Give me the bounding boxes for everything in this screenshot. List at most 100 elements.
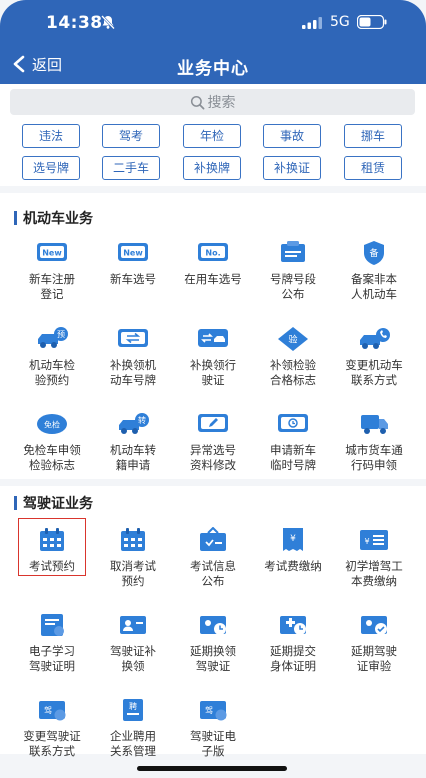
service-truck-pass[interactable]: 城市货车通 行码申领 <box>336 411 412 473</box>
service-label: 考试费缴纳 <box>264 559 322 573</box>
service-label: 申请新车 临时号牌 <box>270 443 316 472</box>
service-abnormal-number-edit[interactable]: 异常选号 资料修改 <box>175 411 251 473</box>
svg-text:聘: 聘 <box>129 701 137 711</box>
hire-doc-icon: 聘 <box>123 699 143 721</box>
service-label: 初学增驾工 本费缴纳 <box>345 559 403 588</box>
svg-text:驾: 驾 <box>44 705 52 715</box>
quick-link-used-car[interactable]: 二手车 <box>102 156 160 180</box>
service-delay-medical[interactable]: 延期提交 身体证明 <box>255 612 331 674</box>
nav-bar: 返回 业务中心 <box>0 46 426 82</box>
service-inspection-mark[interactable]: 验 补领检验 合格标志 <box>255 326 331 388</box>
service-label: 机动车检 验预约 <box>29 358 75 387</box>
quick-link-rental[interactable]: 租赁 <box>344 156 402 180</box>
quick-link-violation[interactable]: 违法 <box>22 124 80 148</box>
service-beginner-fee[interactable]: ¥ 初学增驾工 本费缴纳 <box>336 527 412 589</box>
quick-link-replace-plate[interactable]: 补换牌 <box>183 156 241 180</box>
status-bar: 14:38 5G <box>0 0 426 46</box>
service-label: 电子学习 驾驶证明 <box>29 644 75 673</box>
home-indicator <box>137 766 287 771</box>
plate-exchange-icon <box>118 329 148 347</box>
fee-receipt-icon: ¥ <box>283 528 303 551</box>
svg-text:¥: ¥ <box>364 537 369 546</box>
service-new-car-register[interactable]: New 新车注册 登记 <box>14 240 90 302</box>
quick-link-move-car[interactable]: 挪车 <box>344 124 402 148</box>
service-change-license-contact[interactable]: 驾 变更驾驶证 联系方式 <box>14 697 90 759</box>
svg-text:No.: No. <box>205 249 220 258</box>
quick-link-accident[interactable]: 事故 <box>263 124 321 148</box>
car-phone-icon <box>360 328 390 349</box>
service-replace-driving-license[interactable]: 补换领行 驶证 <box>175 326 251 388</box>
quick-link-driving-test[interactable]: 驾考 <box>102 124 160 148</box>
service-e-license[interactable]: 驾 驾驶证电 子版 <box>175 697 251 759</box>
vehicle-section-title: 机动车业务 <box>14 208 93 228</box>
section-marker <box>14 496 17 510</box>
service-exam-fee[interactable]: ¥ 考试费缴纳 <box>255 527 331 574</box>
vehicle-section-title-text: 机动车业务 <box>23 211 93 227</box>
license-user-icon <box>120 616 146 634</box>
car-transfer-icon: 转 <box>119 413 149 434</box>
exempt-badge-icon: 免检 <box>37 414 67 434</box>
service-change-vehicle-contact[interactable]: 变更机动车 联系方式 <box>336 326 412 388</box>
service-hire-management[interactable]: 聘 企业聘用 关系管理 <box>95 697 171 759</box>
service-exempt-mark[interactable]: 免检 免检车申领 检验标志 <box>14 411 90 473</box>
battery-icon <box>357 15 387 29</box>
svg-text:免检: 免检 <box>44 420 60 430</box>
search-placeholder: 搜索 <box>207 95 236 111</box>
temp-plate-icon <box>278 414 308 432</box>
quick-link-replace-license[interactable]: 补换证 <box>263 156 321 180</box>
mute-bell-icon <box>101 15 115 30</box>
svg-text:驾: 驾 <box>205 705 213 715</box>
service-label: 变更机动车 联系方式 <box>345 358 403 387</box>
service-new-car-number[interactable]: New 新车选号 <box>95 240 171 287</box>
page-title: 业务中心 <box>177 59 249 79</box>
service-label: 延期驾驶 证审验 <box>351 644 397 673</box>
network-type: 5G <box>330 14 350 30</box>
calendar-icon <box>40 528 64 551</box>
fee-list-icon: ¥ <box>360 530 388 550</box>
service-used-car-number[interactable]: No. 在用车选号 <box>175 240 251 287</box>
service-label: 新车选号 <box>110 272 156 286</box>
service-cancel-exam[interactable]: 取消考试 预约 <box>95 527 171 589</box>
service-delay-license-renewal[interactable]: 延期换领 驾驶证 <box>175 612 251 674</box>
service-label: 在用车选号 <box>184 272 242 286</box>
service-filing-vehicle[interactable]: 备 备案非本 人机动车 <box>336 240 412 302</box>
svg-text:预: 预 <box>57 329 65 339</box>
service-exam-info[interactable]: 考试信息 公布 <box>175 527 251 589</box>
service-label: 号牌号段 公布 <box>270 272 316 301</box>
truck-icon <box>361 415 388 434</box>
svg-text:转: 转 <box>138 415 146 425</box>
license-phone-icon: 驾 <box>39 701 66 721</box>
search-input[interactable]: 搜索 <box>10 89 415 115</box>
medical-cert-icon <box>280 616 306 635</box>
service-e-study-cert[interactable]: 电子学习 驾驶证明 <box>14 612 90 674</box>
service-inspection-booking[interactable]: 预 机动车检 验预约 <box>14 326 90 388</box>
new-badge-icon: New <box>118 243 148 261</box>
quick-link-annual-inspection[interactable]: 年检 <box>183 124 241 148</box>
service-delay-license-review[interactable]: 延期驾驶 证审验 <box>336 612 412 674</box>
calendar-icon <box>121 528 145 551</box>
service-exam-booking[interactable]: 考试预约 <box>14 527 90 574</box>
service-replace-plate[interactable]: 补换领机 动车号牌 <box>95 326 171 388</box>
e-license-icon: 驾 <box>200 701 227 721</box>
service-label: 备案非本 人机动车 <box>351 272 397 301</box>
service-temp-plate[interactable]: 申请新车 临时号牌 <box>255 411 331 473</box>
edit-plate-icon <box>198 414 228 432</box>
service-label: 考试信息 公布 <box>190 559 236 588</box>
svg-text:New: New <box>123 249 143 258</box>
quick-link-select-plate[interactable]: 选号牌 <box>22 156 80 180</box>
service-label: 新车注册 登记 <box>29 272 75 301</box>
service-label: 延期提交 身体证明 <box>270 644 316 673</box>
license-check-icon <box>361 616 387 635</box>
service-label: 变更驾驶证 联系方式 <box>23 729 81 758</box>
service-vehicle-transfer[interactable]: 转 机动车转 籍申请 <box>95 411 171 473</box>
license-clock-icon <box>200 616 226 635</box>
service-plate-segment[interactable]: 号牌号段 公布 <box>255 240 331 302</box>
signal-icon <box>302 17 322 29</box>
service-license-replace[interactable]: 驾驶证补 换领 <box>95 612 171 674</box>
number-plate-icon: No. <box>198 243 228 261</box>
license-section-title-text: 驾驶证业务 <box>23 496 93 512</box>
service-label: 取消考试 预约 <box>110 559 156 588</box>
inspection-mark-icon: 验 <box>278 327 308 351</box>
new-badge-icon: New <box>37 243 67 261</box>
svg-text:备: 备 <box>369 247 378 259</box>
